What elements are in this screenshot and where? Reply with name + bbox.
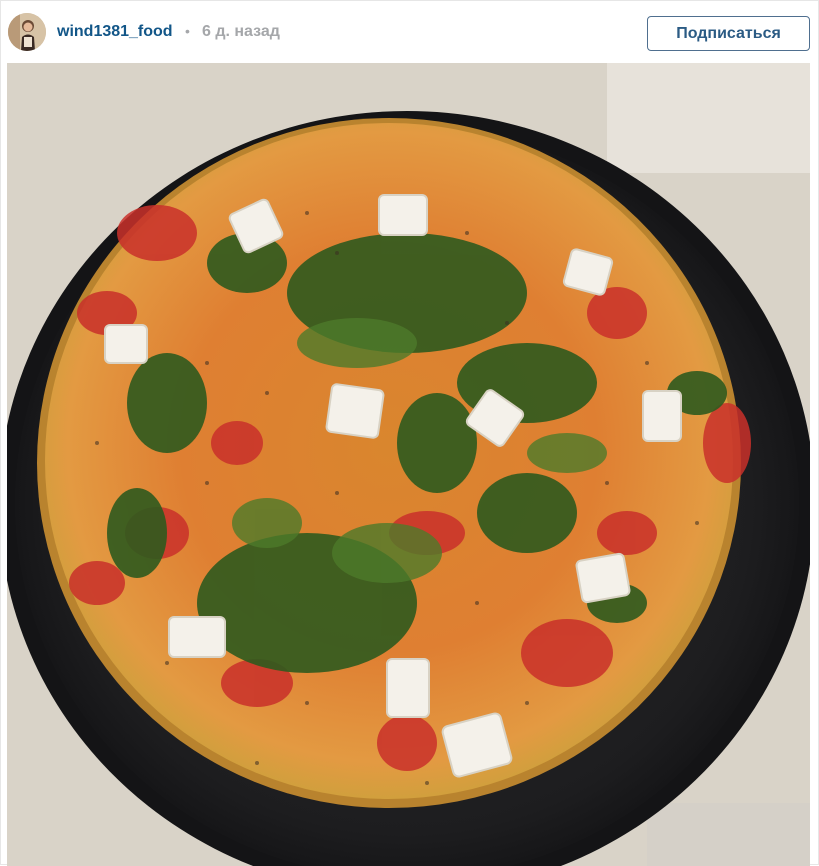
post-timestamp[interactable]: 6 д. назад — [202, 23, 280, 41]
post-photo[interactable] — [7, 63, 810, 866]
separator-dot: • — [185, 23, 190, 39]
post-header: wind1381_food • 6 д. назад Подписаться — [1, 1, 818, 63]
avatar-image — [8, 13, 46, 51]
username-link[interactable]: wind1381_food — [57, 23, 173, 41]
follow-button[interactable]: Подписаться — [647, 16, 810, 51]
avatar[interactable] — [8, 13, 46, 51]
frittata-pan-image — [7, 63, 810, 866]
instagram-post: wind1381_food • 6 д. назад Подписаться — [0, 0, 819, 866]
